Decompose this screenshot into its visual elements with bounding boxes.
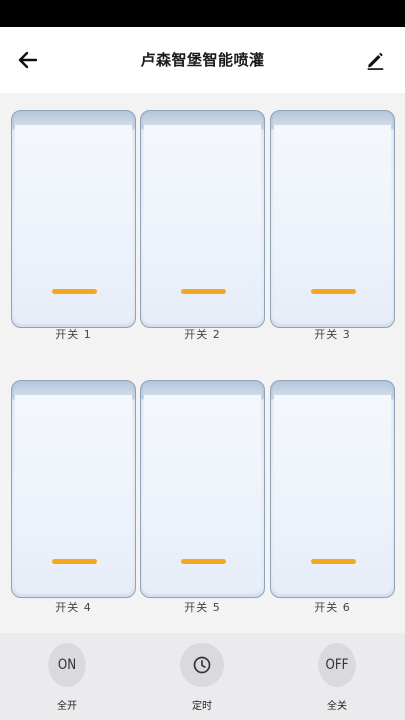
switch-5[interactable] (140, 380, 265, 598)
switch-indicator (52, 289, 97, 294)
all-off-button[interactable]: OFF 全关 (297, 643, 377, 712)
rocker-body (140, 110, 265, 328)
timer-button[interactable]: 定时 (162, 643, 242, 712)
switch-label-4: 开关 4 (55, 601, 92, 614)
pencil-icon (367, 52, 384, 70)
switch-label-2: 开关 2 (184, 328, 221, 341)
switch-indicator (52, 559, 97, 564)
switch-label-5: 开关 5 (184, 601, 221, 614)
switch-grid: 开关 1 开关 2 开关 3 开关 4 开关 5 开关 6 (0, 93, 405, 633)
on-icon: ON (48, 643, 86, 687)
all-on-label: 全开 (57, 701, 77, 712)
timer-label: 定时 (192, 701, 212, 712)
switch-6[interactable] (270, 380, 395, 598)
all-on-button[interactable]: ON 全开 (27, 643, 107, 712)
switch-indicator (181, 559, 226, 564)
switch-indicator (181, 289, 226, 294)
status-bar (0, 0, 405, 27)
clock-icon (193, 656, 211, 674)
rocker-body (11, 110, 136, 328)
switch-3[interactable] (270, 110, 395, 328)
rocker-body (270, 110, 395, 328)
switch-2[interactable] (140, 110, 265, 328)
off-icon: OFF (318, 643, 356, 687)
page-title: 卢森智堡智能喷灌 (140, 51, 265, 69)
switch-label-6: 开关 6 (314, 601, 351, 614)
switch-indicator (311, 559, 356, 564)
switch-indicator (311, 289, 356, 294)
switch-label-1: 开关 1 (55, 328, 92, 341)
rocker-body (140, 380, 265, 598)
bottom-action-bar: ON 全开 定时 OFF 全关 (0, 633, 405, 720)
rocker-body (270, 380, 395, 598)
rocker-body (11, 380, 136, 598)
switch-4[interactable] (11, 380, 136, 598)
switch-label-3: 开关 3 (314, 328, 351, 341)
app-header: 卢森智堡智能喷灌 (0, 27, 405, 93)
edit-button[interactable] (357, 42, 393, 78)
switch-1[interactable] (11, 110, 136, 328)
all-off-label: 全关 (327, 701, 347, 712)
